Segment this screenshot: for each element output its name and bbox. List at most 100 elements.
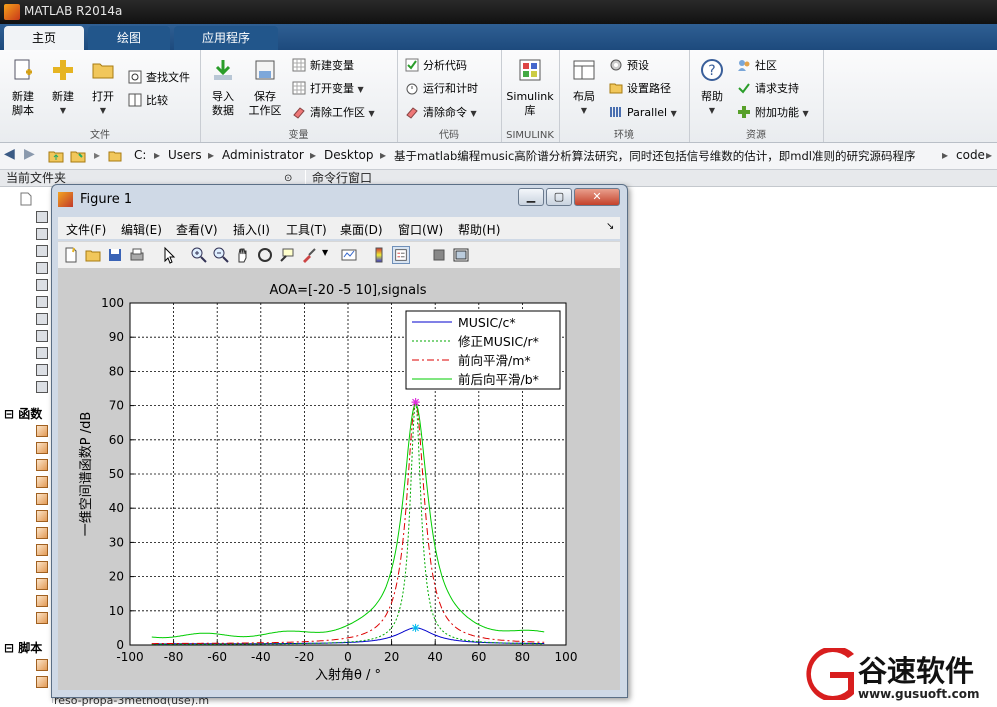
m-file-icon[interactable] [36, 381, 48, 393]
figure-canvas[interactable]: -100 -80 -60 -40 -20 0 20 40 60 80 100 0 10 20 30 40 50 6… [58, 268, 620, 690]
menu-view[interactable]: 查看(V) [176, 221, 218, 238]
request-support-button[interactable]: 请求支持 [737, 79, 799, 99]
addons-button[interactable]: 附加功能 ▼ [737, 103, 809, 123]
data-cursor-icon[interactable] [278, 246, 296, 264]
breadcrumb-desktop[interactable]: Desktop [324, 148, 374, 162]
clear-workspace-button[interactable]: 清除工作区 ▼ [292, 103, 375, 123]
scripts-section-header[interactable]: ⊟ 脚本 [4, 639, 42, 656]
figure-window[interactable]: Figure 1 ▁ ▢ ✕ 文件(F) 编辑(E) 查看(V) 插入(I) 工… [51, 184, 628, 698]
maximize-button[interactable]: ▢ [546, 188, 572, 206]
brush-icon[interactable] [300, 246, 318, 264]
x-tick-label: 80 [515, 650, 530, 664]
legend-icon[interactable] [392, 246, 410, 264]
function-file-icon[interactable] [36, 561, 48, 573]
current-folder-pane[interactable]: ⊟ 函数 ⊟ 脚本 [0, 187, 53, 703]
help-button[interactable]: ? 帮助 ▼ [693, 58, 731, 118]
function-file-icon[interactable] [36, 612, 48, 624]
compare-button[interactable]: 比较 [128, 91, 168, 111]
set-path-button[interactable]: 设置路径 [609, 79, 671, 99]
open-file-icon[interactable] [84, 246, 102, 264]
menu-file[interactable]: 文件(F) [66, 221, 106, 238]
menu-desktop[interactable]: 桌面(D) [340, 221, 383, 238]
function-file-icon[interactable] [36, 493, 48, 505]
m-file-icon[interactable] [36, 262, 48, 274]
new-figure-icon[interactable] [62, 246, 80, 264]
m-file-icon[interactable] [36, 279, 48, 291]
parallel-button[interactable]: Parallel ▼ [609, 103, 677, 123]
chevron-down-icon: ▼ [580, 106, 588, 115]
chevron-down-icon[interactable]: ▼ [322, 248, 328, 257]
zoom-in-icon[interactable] [190, 246, 208, 264]
function-file-icon[interactable] [36, 459, 48, 471]
save-icon[interactable] [106, 246, 124, 264]
function-file-icon[interactable] [36, 595, 48, 607]
breadcrumb-users[interactable]: Users [168, 148, 202, 162]
function-file-icon[interactable] [36, 425, 48, 437]
function-file-icon[interactable] [36, 476, 48, 488]
open-variable-button[interactable]: 打开变量 ▼ [292, 79, 364, 99]
run-and-time-button[interactable]: 运行和计时 [405, 79, 478, 99]
script-file-icon[interactable] [36, 659, 48, 671]
m-file-icon[interactable] [36, 296, 48, 308]
breadcrumb-code[interactable]: code [956, 148, 985, 162]
m-file-icon[interactable] [36, 347, 48, 359]
save-workspace-button[interactable]: 保存 工作区 [246, 58, 284, 118]
clear-commands-button[interactable]: 清除命令 ▼ [405, 103, 477, 123]
breadcrumb-separator: ▸ [986, 148, 993, 162]
spectrum-plot[interactable]: -100 -80 -60 -40 -20 0 20 40 60 80 100 0 10 20 30 40 50 6… [58, 268, 620, 690]
tab-plots[interactable]: 绘图 [88, 26, 170, 50]
menu-window[interactable]: 窗口(W) [398, 221, 443, 238]
m-file-icon[interactable] [36, 313, 48, 325]
colorbar-icon[interactable] [370, 246, 388, 264]
functions-section-header[interactable]: ⊟ 函数 [4, 405, 42, 422]
m-file-icon[interactable] [36, 245, 48, 257]
new-variable-button[interactable]: 新建变量 [292, 56, 354, 76]
figure-titlebar[interactable]: Figure 1 ▁ ▢ ✕ [52, 185, 627, 213]
preferences-button[interactable]: 预设 [609, 56, 649, 76]
zoom-out-icon[interactable] [212, 246, 230, 264]
open-button[interactable]: 打开 ▼ [84, 58, 122, 118]
function-file-icon[interactable] [36, 510, 48, 522]
layout-button[interactable]: 布局 ▼ [565, 58, 603, 118]
m-file-icon[interactable] [36, 228, 48, 240]
analyze-code-button[interactable]: 分析代码 [405, 56, 467, 76]
m-file-icon[interactable] [36, 211, 48, 223]
tab-home[interactable]: 主页 [4, 26, 84, 50]
import-data-button[interactable]: 导入 数据 [204, 58, 242, 118]
up-folder-icon[interactable] [48, 148, 64, 164]
back-arrow-icon[interactable]: ◀ [4, 146, 15, 162]
breadcrumb-c[interactable]: C: [134, 148, 146, 162]
menu-help[interactable]: 帮助(H) [458, 221, 500, 238]
breadcrumb-project-folder[interactable]: 基于matlab编程music高阶谱分析算法研究，同时还包括信号维数的估计，即m… [394, 148, 916, 164]
rotate-3d-icon[interactable] [256, 246, 274, 264]
function-file-icon[interactable] [36, 578, 48, 590]
link-plot-icon[interactable] [340, 246, 358, 264]
menu-edit[interactable]: 编辑(E) [121, 221, 162, 238]
new-button[interactable]: 新建 ▼ [44, 58, 82, 118]
y-tick-label: 50 [109, 467, 124, 481]
pan-hand-icon[interactable] [234, 246, 252, 264]
menu-tools[interactable]: 工具(T) [286, 221, 327, 238]
function-file-icon[interactable] [36, 544, 48, 556]
hide-plot-tools-icon[interactable] [430, 246, 448, 264]
forward-arrow-icon[interactable]: ▶ [24, 146, 35, 162]
menu-insert[interactable]: 插入(I) [233, 221, 270, 238]
new-script-button[interactable]: 新建 脚本 [4, 58, 42, 118]
community-button[interactable]: 社区 [737, 56, 777, 76]
script-file-icon[interactable] [36, 676, 48, 688]
browse-folder-icon[interactable] [70, 148, 86, 164]
close-button[interactable]: ✕ [574, 188, 620, 206]
show-plot-tools-icon[interactable] [452, 246, 470, 264]
function-file-icon[interactable] [36, 442, 48, 454]
m-file-icon[interactable] [36, 364, 48, 376]
print-icon[interactable] [128, 246, 146, 264]
m-file-icon[interactable] [36, 330, 48, 342]
breadcrumb-administrator[interactable]: Administrator [222, 148, 304, 162]
tab-apps[interactable]: 应用程序 [174, 26, 278, 50]
simulink-library-button[interactable]: Simulink 库 [505, 58, 555, 118]
pointer-icon[interactable] [160, 246, 178, 264]
function-file-icon[interactable] [36, 527, 48, 539]
menu-dock-arrow-icon[interactable]: ↘ [606, 221, 614, 232]
minimize-button[interactable]: ▁ [518, 188, 544, 206]
find-files-button[interactable]: 查找文件 [128, 68, 190, 88]
